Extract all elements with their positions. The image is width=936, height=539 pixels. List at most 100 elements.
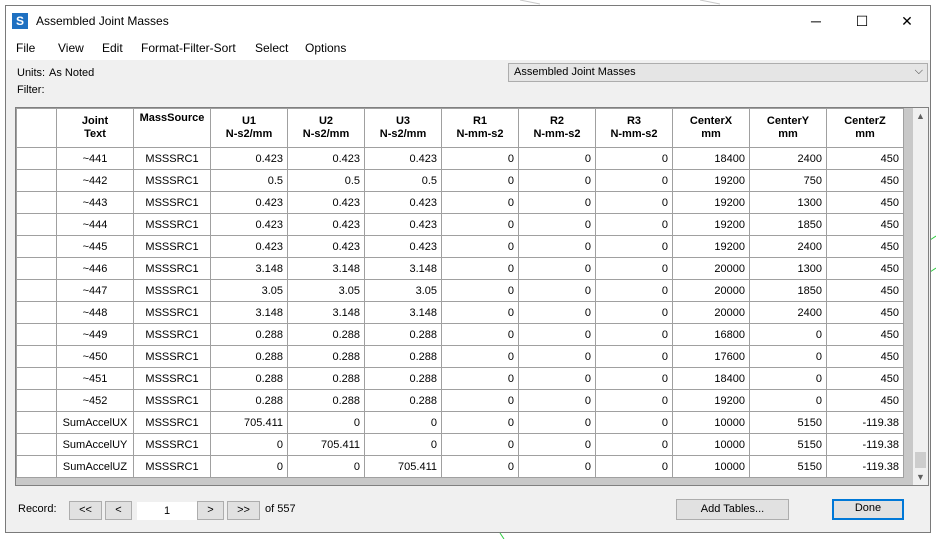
table-cell[interactable]: 0.423: [287, 235, 365, 258]
row-header[interactable]: [16, 323, 57, 346]
table-row[interactable]: ~451 MSSSRC1 0.288 0.288 0.288 0 0 0 18400 0 450: [16, 367, 904, 390]
table-cell[interactable]: 0: [441, 433, 519, 456]
vertical-scrollbar[interactable]: ▲ ▼: [913, 108, 928, 485]
table-cell[interactable]: 0: [749, 345, 827, 368]
table-cell[interactable]: 10000: [672, 433, 750, 456]
close-button[interactable]: ✕: [884, 6, 930, 36]
table-cell[interactable]: 5150: [749, 433, 827, 456]
table-row[interactable]: ~443 MSSSRC1 0.423 0.423 0.423 0 0 0 19200 1300 45…: [16, 191, 904, 214]
table-select-dropdown[interactable]: Assembled Joint Masses ⌵: [508, 63, 928, 82]
table-cell[interactable]: 19200: [672, 389, 750, 412]
menu-view[interactable]: View: [58, 41, 84, 55]
record-number-input[interactable]: [137, 502, 197, 520]
table-row[interactable]: ~446 MSSSRC1 3.148 3.148 3.148 0 0 0 20000 1300 45…: [16, 257, 904, 280]
table-cell[interactable]: 3.148: [210, 257, 288, 280]
table-cell[interactable]: 0.288: [364, 323, 442, 346]
last-record-button[interactable]: >>: [227, 501, 260, 520]
table-cell[interactable]: 0: [518, 455, 596, 478]
table-cell[interactable]: 0.288: [210, 389, 288, 412]
table-cell[interactable]: 5150: [749, 455, 827, 478]
table-cell[interactable]: 3.05: [364, 279, 442, 302]
column-header-u1[interactable]: U1 N-s2/mm: [210, 108, 288, 148]
first-record-button[interactable]: <<: [69, 501, 102, 520]
table-cell[interactable]: 0: [364, 433, 442, 456]
table-cell[interactable]: -119.38: [826, 411, 904, 434]
table-cell[interactable]: 0.288: [287, 345, 365, 368]
table-cell[interactable]: 0: [518, 301, 596, 324]
table-cell[interactable]: 0.288: [287, 367, 365, 390]
table-cell[interactable]: SumAccelUX: [56, 411, 134, 434]
table-cell[interactable]: 0: [749, 389, 827, 412]
menu-format-filter-sort[interactable]: Format-Filter-Sort: [141, 41, 236, 55]
table-cell[interactable]: 0: [595, 455, 673, 478]
table-cell[interactable]: 0.423: [287, 147, 365, 170]
table-cell[interactable]: MSSSRC1: [133, 147, 211, 170]
table-cell[interactable]: 0.423: [210, 147, 288, 170]
table-cell[interactable]: ~441: [56, 147, 134, 170]
table-cell[interactable]: 5150: [749, 411, 827, 434]
row-header[interactable]: [16, 433, 57, 456]
table-cell[interactable]: MSSSRC1: [133, 433, 211, 456]
add-tables-button[interactable]: Add Tables...: [676, 499, 789, 520]
table-cell[interactable]: 0: [441, 455, 519, 478]
table-cell[interactable]: ~452: [56, 389, 134, 412]
table-cell[interactable]: MSSSRC1: [133, 235, 211, 258]
table-cell[interactable]: 0: [441, 323, 519, 346]
table-cell[interactable]: 0.5: [364, 169, 442, 192]
table-cell[interactable]: 0: [441, 191, 519, 214]
table-cell[interactable]: 3.148: [364, 257, 442, 280]
table-cell[interactable]: 0: [595, 433, 673, 456]
column-header-u3[interactable]: U3 N-s2/mm: [364, 108, 442, 148]
table-cell[interactable]: 0: [595, 169, 673, 192]
row-header[interactable]: [16, 455, 57, 478]
menu-edit[interactable]: Edit: [102, 41, 123, 55]
table-cell[interactable]: 0: [441, 235, 519, 258]
table-cell[interactable]: 0.288: [210, 367, 288, 390]
table-cell[interactable]: 0: [595, 301, 673, 324]
table-cell[interactable]: 0: [441, 147, 519, 170]
table-cell[interactable]: 0: [441, 169, 519, 192]
column-header-r1[interactable]: R1 N-mm-s2: [441, 108, 519, 148]
row-header[interactable]: [16, 301, 57, 324]
table-cell[interactable]: 450: [826, 169, 904, 192]
table-cell[interactable]: 0.288: [210, 345, 288, 368]
table-cell[interactable]: 450: [826, 367, 904, 390]
table-cell[interactable]: 3.148: [364, 301, 442, 324]
table-cell[interactable]: 3.148: [287, 301, 365, 324]
table-cell[interactable]: 0.423: [364, 213, 442, 236]
table-cell[interactable]: ~448: [56, 301, 134, 324]
row-header[interactable]: [16, 235, 57, 258]
table-cell[interactable]: 705.411: [364, 455, 442, 478]
table-cell[interactable]: 2400: [749, 301, 827, 324]
table-cell[interactable]: 0: [518, 367, 596, 390]
table-cell[interactable]: 20000: [672, 279, 750, 302]
table-cell[interactable]: 450: [826, 257, 904, 280]
table-cell[interactable]: 19200: [672, 213, 750, 236]
table-cell[interactable]: ~450: [56, 345, 134, 368]
table-cell[interactable]: 0: [441, 345, 519, 368]
table-cell[interactable]: 0.423: [210, 213, 288, 236]
table-cell[interactable]: 0: [595, 257, 673, 280]
table-cell[interactable]: 0: [441, 257, 519, 280]
table-cell[interactable]: 2400: [749, 235, 827, 258]
maximize-button[interactable]: ☐: [839, 6, 885, 36]
table-cell[interactable]: -119.38: [826, 433, 904, 456]
table-cell[interactable]: 0: [518, 411, 596, 434]
table-cell[interactable]: 0: [518, 323, 596, 346]
menu-select[interactable]: Select: [255, 41, 288, 55]
table-cell[interactable]: 0.423: [210, 191, 288, 214]
table-cell[interactable]: 450: [826, 301, 904, 324]
table-cell[interactable]: 19200: [672, 169, 750, 192]
table-cell[interactable]: 0: [595, 191, 673, 214]
table-cell[interactable]: 18400: [672, 367, 750, 390]
table-cell[interactable]: MSSSRC1: [133, 455, 211, 478]
table-cell[interactable]: 0.288: [287, 389, 365, 412]
table-cell[interactable]: MSSSRC1: [133, 411, 211, 434]
row-header-corner[interactable]: [16, 108, 57, 148]
table-cell[interactable]: -119.38: [826, 455, 904, 478]
table-row[interactable]: ~445 MSSSRC1 0.423 0.423 0.423 0 0 0 19200 2400 45…: [16, 235, 904, 258]
row-header[interactable]: [16, 169, 57, 192]
column-header-centerz[interactable]: CenterZ mm: [826, 108, 904, 148]
table-cell[interactable]: 0.423: [210, 235, 288, 258]
table-cell[interactable]: 0.5: [287, 169, 365, 192]
